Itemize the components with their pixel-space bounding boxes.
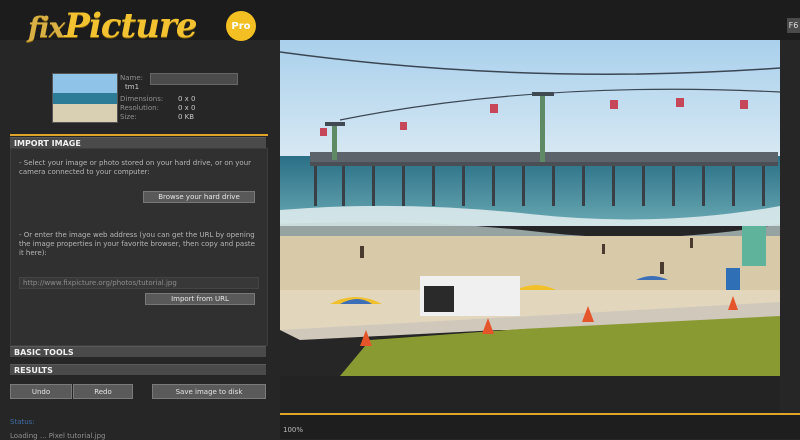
info-resolution-value: 0 x 0 <box>178 104 196 112</box>
redo-button[interactable]: Redo <box>73 384 133 399</box>
beach-pier-photo <box>280 40 780 376</box>
info-button[interactable] <box>150 73 238 85</box>
left-panel: Name: tm1 Dimensions: 0 x 0 Resolution: … <box>10 40 268 440</box>
import-image-panel: - Select your image or photo stored on y… <box>10 148 268 346</box>
section-divider <box>10 134 268 136</box>
info-dimensions-label: Dimensions: <box>120 95 164 103</box>
save-image-button[interactable]: Save image to disk <box>152 384 266 399</box>
corner-button[interactable]: F6 <box>787 18 800 33</box>
results-header[interactable]: RESULTS <box>10 364 266 375</box>
basic-tools-header[interactable]: BASIC TOOLS <box>10 346 266 357</box>
zoom-level[interactable]: 100% <box>283 426 303 434</box>
undo-button[interactable]: Undo <box>10 384 72 399</box>
image-preview <box>280 40 780 376</box>
info-size-value: 0 KB <box>178 113 195 121</box>
pro-badge: Pro <box>226 11 256 41</box>
info-name-value: tm1 <box>125 83 140 91</box>
import-from-url-button[interactable]: Import from URL <box>145 293 255 305</box>
zoom-bar <box>280 415 800 439</box>
info-size-label: Size: <box>120 113 137 121</box>
import-image-header[interactable]: IMPORT IMAGE <box>10 137 266 148</box>
status-label: Status: <box>10 418 35 426</box>
preview-right-gutter <box>780 40 800 376</box>
info-dimensions-value: 0 x 0 <box>178 95 196 103</box>
image-url-input[interactable] <box>19 277 259 289</box>
preview-footer <box>280 376 780 413</box>
info-resolution-label: Resolution: <box>120 104 159 112</box>
browse-hard-drive-button[interactable]: Browse your hard drive <box>143 191 255 203</box>
enter-url-text: - Or enter the image web address (you ca… <box>19 231 255 257</box>
select-image-text: - Select your image or photo stored on y… <box>19 159 252 176</box>
app-header: fixPicture Pro F6 <box>0 0 800 46</box>
info-name-label: Name: <box>120 74 144 82</box>
image-thumbnail <box>52 73 118 123</box>
